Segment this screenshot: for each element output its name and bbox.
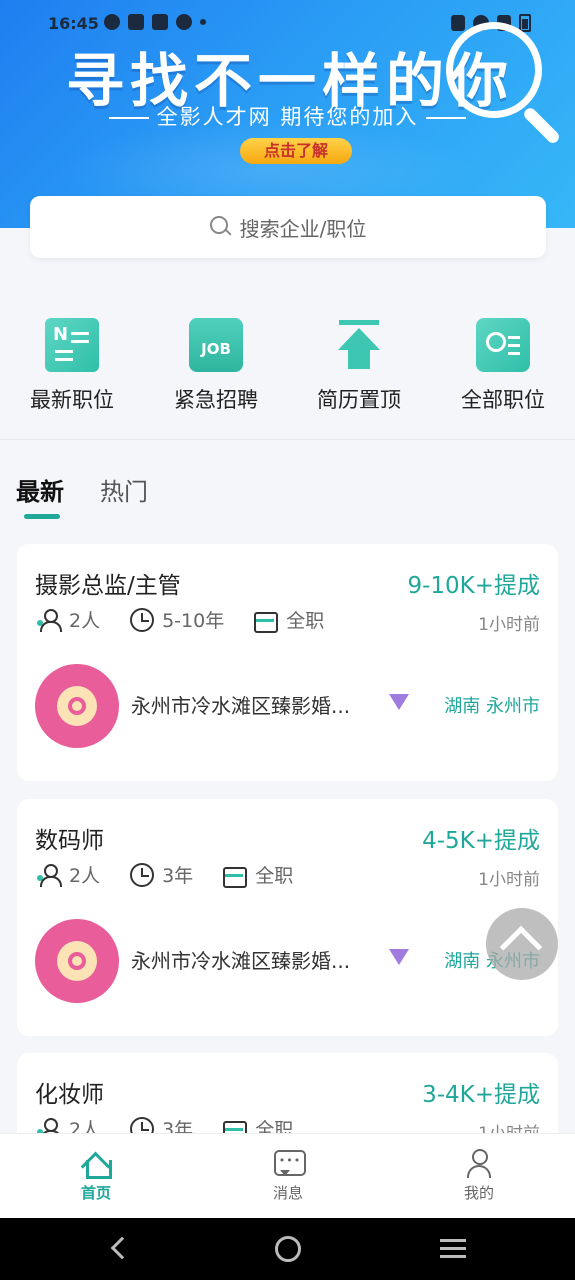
profile-icon [464, 1148, 494, 1178]
home-icon [81, 1148, 112, 1179]
diamond-icon [389, 949, 409, 965]
job-type: 全职 [255, 865, 294, 887]
diamond-icon [389, 694, 409, 710]
job-headcount: 2人 [69, 865, 101, 887]
company-info: 永州市冷水滩区臻影婚... 湖南 永州市 [35, 919, 540, 1003]
quick-item-label: 最新职位 [30, 388, 114, 412]
job-posted-time: 1小时前 [478, 615, 540, 635]
quick-item-urgent-hiring[interactable]: JOB 紧急招聘 [144, 318, 288, 414]
tab-hot[interactable]: 热门 [100, 472, 148, 507]
job-badge: JOB [201, 340, 231, 358]
job-experience: 3年 [162, 865, 194, 887]
job-card[interactable]: 摄影总监/主管 9-10K+提成 2人 5-10年 全职 1小时前 永州市冷水滩… [17, 544, 558, 781]
chevron-up-icon [499, 925, 543, 969]
message-icon [273, 1148, 306, 1178]
job-title: 化妆师 [35, 1082, 104, 1108]
scroll-top-button[interactable] [486, 908, 558, 980]
job-meta: 2人 5-10年 全职 [37, 606, 354, 633]
quick-item-label: 紧急招聘 [174, 388, 258, 412]
mail-icon [152, 14, 168, 30]
banner-subtitle-text: 全影人才网 期待您的加入 [156, 105, 419, 129]
divider [108, 117, 149, 119]
job-salary: 3-4K+提成 [422, 1082, 540, 1108]
person-icon [37, 863, 62, 887]
quick-item-latest-jobs[interactable]: 最新职位 [0, 318, 144, 414]
job-experience: 5-10年 [162, 610, 225, 632]
job-salary: 4-5K+提成 [422, 828, 540, 854]
nav-home[interactable]: 首页 [36, 1148, 156, 1203]
divider [426, 117, 467, 119]
home-circle-icon[interactable] [275, 1236, 301, 1262]
nav-label: 我的 [463, 1184, 494, 1202]
briefcase-icon [223, 863, 248, 888]
status-time: 16:45 [48, 14, 99, 33]
nav-label: 消息 [272, 1184, 303, 1202]
search-placeholder: 搜索企业/职位 [239, 216, 367, 241]
mail-icon [128, 14, 144, 30]
job-meta: 2人 3年 全职 [37, 861, 323, 888]
quick-item-label: 全部职位 [461, 388, 545, 412]
vibrate-icon [451, 15, 465, 31]
urgent-job-icon: JOB [189, 318, 243, 372]
menu-icon[interactable] [440, 1239, 466, 1242]
quick-item-all-jobs[interactable]: 全部职位 [431, 318, 575, 414]
system-nav-bar [0, 1218, 575, 1280]
more-dot-icon [200, 19, 206, 25]
back-icon[interactable] [110, 1236, 134, 1260]
clock-icon [130, 862, 155, 887]
news-icon [45, 318, 99, 372]
nav-profile[interactable]: 我的 [419, 1148, 539, 1203]
job-location: 湖南 永州市 [444, 696, 540, 717]
search-icon [209, 216, 232, 238]
briefcase-icon [254, 608, 279, 633]
job-type: 全职 [286, 610, 325, 632]
contact-card-icon [476, 318, 530, 372]
quick-item-resume-top[interactable]: 简历置顶 [287, 318, 431, 414]
job-posted-time: 1小时前 [478, 870, 540, 890]
company-logo [35, 664, 119, 748]
nav-messages[interactable]: 消息 [228, 1148, 348, 1203]
company-name: 永州市冷水滩区臻影婚... [131, 949, 351, 973]
nav-label: 首页 [80, 1184, 111, 1202]
quick-item-label: 简历置顶 [317, 388, 401, 412]
job-tabs: 最新 热门 [0, 462, 575, 522]
search-input[interactable]: 搜索企业/职位 [30, 196, 546, 258]
arrow-top-icon [332, 318, 386, 372]
job-headcount: 2人 [69, 610, 101, 632]
job-card[interactable]: 数码师 4-5K+提成 2人 3年 全职 1小时前 永州市冷水滩区臻影婚... … [17, 799, 558, 1036]
person-icon [37, 608, 62, 632]
shield-icon [176, 14, 192, 30]
company-logo [35, 919, 119, 1003]
tab-indicator [24, 514, 60, 519]
tab-latest[interactable]: 最新 [16, 472, 64, 507]
job-title: 摄影总监/主管 [35, 573, 181, 599]
clock-icon [130, 607, 155, 632]
quick-menu: 最新职位 JOB 紧急招聘 简历置顶 全部职位 [0, 290, 575, 440]
banner-cta-button[interactable]: 点击了解 [240, 138, 352, 164]
company-info: 永州市冷水滩区臻影婚... 湖南 永州市 [35, 664, 540, 748]
notification-icons [104, 14, 206, 30]
notification-app-icon [104, 14, 120, 30]
job-title: 数码师 [35, 828, 104, 854]
company-name: 永州市冷水滩区臻影婚... [131, 694, 351, 718]
top-banner[interactable]: 16:45 寻找不一样的你 全影人才网 期待您的加入 点击了解 [0, 0, 575, 228]
bottom-nav: 首页 消息 我的 [0, 1133, 575, 1218]
banner-subtitle: 全影人才网 期待您的加入 [0, 101, 575, 131]
job-salary: 9-10K+提成 [407, 573, 540, 599]
